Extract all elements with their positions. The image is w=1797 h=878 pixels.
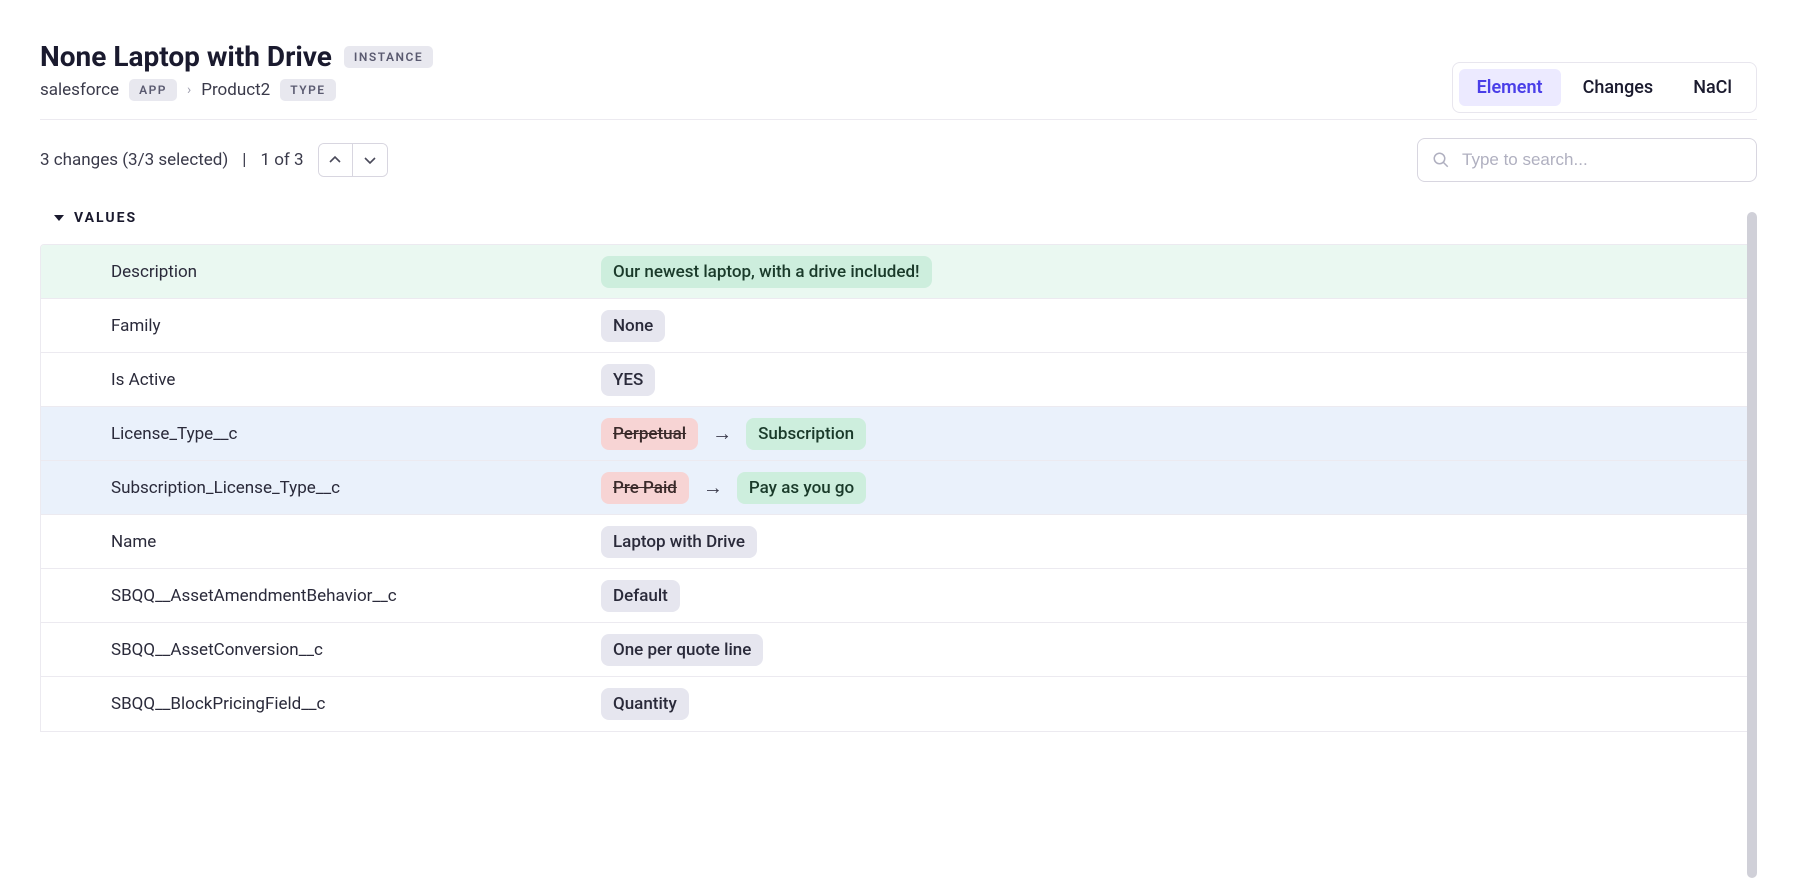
field-label: SBQQ__AssetAmendmentBehavior__c bbox=[41, 586, 601, 606]
divider-pipe: | bbox=[242, 150, 246, 170]
values-table: DescriptionOur newest laptop, with a dri… bbox=[40, 244, 1757, 732]
field-value: Our newest laptop, with a drive included… bbox=[601, 256, 1756, 288]
values-section-toggle[interactable]: VALUES bbox=[54, 210, 1757, 226]
field-value: Pre Paid → Pay as you go bbox=[601, 472, 1756, 504]
values-section-label: VALUES bbox=[74, 210, 137, 226]
field-value: Laptop with Drive bbox=[601, 526, 1756, 558]
chevron-up-icon bbox=[329, 154, 341, 166]
value: None bbox=[601, 310, 665, 342]
table-row[interactable]: NameLaptop with Drive bbox=[41, 515, 1756, 569]
field-value: Quantity bbox=[601, 688, 1756, 720]
tab-changes[interactable]: Changes bbox=[1565, 69, 1672, 106]
table-row[interactable]: DescriptionOur newest laptop, with a dri… bbox=[41, 245, 1756, 299]
search-field[interactable] bbox=[1417, 138, 1757, 182]
type-badge: TYPE bbox=[280, 79, 335, 101]
value: Default bbox=[601, 580, 680, 612]
table-row[interactable]: SBQQ__AssetConversion__cOne per quote li… bbox=[41, 623, 1756, 677]
field-label: License_Type__c bbox=[41, 424, 601, 444]
page-title: None Laptop with Drive bbox=[40, 40, 332, 73]
value: Laptop with Drive bbox=[601, 526, 757, 558]
breadcrumb-app[interactable]: salesforce bbox=[40, 80, 119, 100]
field-value: Perpetual → Subscription bbox=[601, 418, 1756, 450]
view-tabs: Element Changes NaCl bbox=[1452, 62, 1757, 113]
scrollbar[interactable] bbox=[1747, 212, 1757, 878]
old-value: Perpetual bbox=[601, 418, 698, 450]
field-value: YES bbox=[601, 364, 1756, 396]
tab-element[interactable]: Element bbox=[1459, 69, 1561, 106]
arrow-right-icon: → bbox=[703, 475, 723, 500]
divider bbox=[40, 119, 1757, 120]
field-label: Description bbox=[41, 262, 601, 282]
new-value: Our newest laptop, with a drive included… bbox=[601, 256, 932, 288]
changes-position: 1 of 3 bbox=[260, 150, 303, 170]
field-label: SBQQ__AssetConversion__c bbox=[41, 640, 601, 660]
prev-change-button[interactable] bbox=[319, 144, 353, 176]
tab-nacl[interactable]: NaCl bbox=[1675, 69, 1750, 106]
search-input[interactable] bbox=[1462, 150, 1742, 170]
chevron-right-icon: › bbox=[187, 82, 191, 98]
search-icon bbox=[1432, 151, 1450, 169]
field-value: Default bbox=[601, 580, 1756, 612]
field-value: None bbox=[601, 310, 1756, 342]
change-stepper bbox=[318, 143, 388, 177]
new-value: Subscription bbox=[746, 418, 866, 450]
new-value: Pay as you go bbox=[737, 472, 866, 504]
table-row[interactable]: Is ActiveYES bbox=[41, 353, 1756, 407]
field-label: Is Active bbox=[41, 370, 601, 390]
chevron-down-icon bbox=[364, 154, 376, 166]
table-row[interactable]: SBQQ__BlockPricingField__cQuantity bbox=[41, 677, 1756, 731]
field-label: Family bbox=[41, 316, 601, 336]
old-value: Pre Paid bbox=[601, 472, 689, 504]
table-row[interactable]: SBQQ__AssetAmendmentBehavior__cDefault bbox=[41, 569, 1756, 623]
field-value: One per quote line bbox=[601, 634, 1756, 666]
value: YES bbox=[601, 364, 655, 396]
caret-down-icon bbox=[54, 213, 64, 223]
app-badge: APP bbox=[129, 79, 177, 101]
table-row[interactable]: License_Type__cPerpetual → Subscription bbox=[41, 407, 1756, 461]
arrow-right-icon: → bbox=[712, 421, 732, 446]
changes-summary: 3 changes (3/3 selected) bbox=[40, 150, 228, 170]
table-row[interactable]: FamilyNone bbox=[41, 299, 1756, 353]
value: One per quote line bbox=[601, 634, 763, 666]
value: Quantity bbox=[601, 688, 689, 720]
instance-badge: INSTANCE bbox=[344, 46, 433, 68]
field-label: Name bbox=[41, 532, 601, 552]
field-label: SBQQ__BlockPricingField__c bbox=[41, 694, 601, 714]
field-label: Subscription_License_Type__c bbox=[41, 478, 601, 498]
next-change-button[interactable] bbox=[353, 144, 387, 176]
table-row[interactable]: Subscription_License_Type__cPre Paid → Pay… bbox=[41, 461, 1756, 515]
breadcrumb-type[interactable]: Product2 bbox=[201, 80, 270, 100]
